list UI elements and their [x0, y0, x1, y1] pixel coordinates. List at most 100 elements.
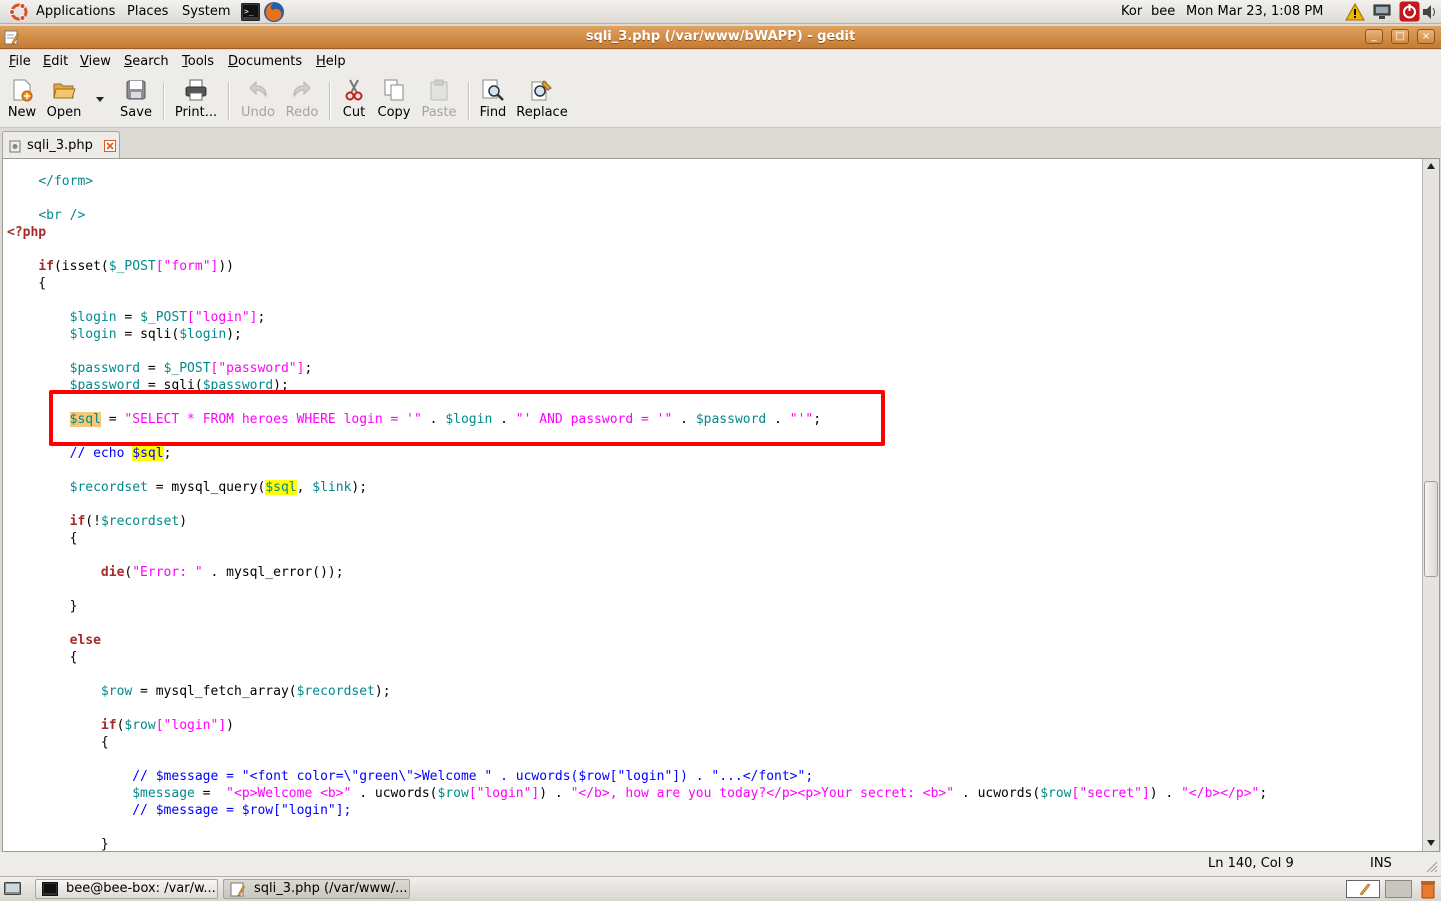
menu-file[interactable]: File [9, 54, 31, 69]
paste-button[interactable]: Paste [420, 78, 458, 120]
code-token: { [7, 531, 78, 546]
scroll-down-arrow-icon[interactable] [1426, 839, 1436, 847]
code-line[interactable]: // $message = $row["login"]; [7, 802, 1267, 819]
code-line[interactable]: else [7, 632, 1267, 649]
code-line[interactable] [7, 581, 1267, 598]
menu-documents[interactable]: Documents [228, 54, 302, 69]
code-line[interactable] [7, 241, 1267, 258]
code-line[interactable] [7, 666, 1267, 683]
system-menu[interactable]: System [182, 4, 230, 19]
code-token: = [194, 786, 227, 801]
places-menu[interactable]: Places [127, 4, 168, 19]
user-name[interactable]: bee [1151, 4, 1175, 19]
code-line[interactable]: die("Error: " . mysql_error()); [7, 564, 1267, 581]
code-line[interactable] [7, 547, 1267, 564]
firefox-icon[interactable] [263, 1, 285, 23]
replace-button[interactable]: Replace [516, 78, 568, 120]
code-line[interactable] [7, 343, 1267, 360]
code-token: ; [257, 310, 266, 325]
taskbar-item-gedit[interactable]: sqli_3.php (/var/www/... [223, 879, 410, 899]
code-line[interactable] [7, 190, 1267, 207]
code-line[interactable]: { [7, 649, 1267, 666]
clock[interactable]: Mon Mar 23, 1:08 PM [1186, 4, 1323, 19]
code-line[interactable]: { [7, 275, 1267, 292]
maximize-button[interactable]: □ [1391, 29, 1409, 44]
code-line[interactable]: $password = $_POST["password"]; [7, 360, 1267, 377]
code-line[interactable]: // echo $sql; [7, 445, 1267, 462]
terminal-icon [42, 882, 58, 896]
redo-button[interactable]: Redo [284, 78, 320, 120]
code-token: } [7, 837, 109, 852]
vertical-scrollbar[interactable] [1422, 159, 1439, 851]
trash-icon[interactable] [1419, 879, 1437, 899]
save-button[interactable]: Save [119, 78, 153, 120]
cursor-position: Ln 140, Col 9 [1208, 856, 1294, 871]
code-line[interactable]: $login = $_POST["login"]; [7, 309, 1267, 326]
open-button[interactable]: Open [46, 78, 82, 120]
menu-view[interactable]: View [80, 54, 111, 69]
close-tab-icon[interactable] [104, 140, 116, 152]
volume-icon[interactable] [1422, 4, 1438, 20]
code-line[interactable]: $login = sqli($login); [7, 326, 1267, 343]
window-titlebar[interactable]: sqli_3.php (/var/www/bWAPP) - gedit _ □ … [0, 26, 1441, 49]
code-line[interactable]: } [7, 836, 1267, 852]
applications-menu[interactable]: Applications [36, 4, 115, 19]
code-line[interactable] [7, 751, 1267, 768]
code-line[interactable]: // $message = "<font color=\"green\">Wel… [7, 768, 1267, 785]
code-line[interactable] [7, 496, 1267, 513]
code-editor[interactable]: </form> <br /> <?php if(isset($_POST["for… [2, 158, 1440, 852]
close-window-button[interactable]: × [1417, 29, 1435, 44]
code-line[interactable] [7, 292, 1267, 309]
shutdown-icon[interactable] [1399, 1, 1420, 22]
open-dropdown-arrow-icon[interactable] [95, 96, 105, 104]
menu-edit[interactable]: Edit [43, 54, 68, 69]
undo-button[interactable]: Undo [240, 78, 276, 120]
tab-label: sqli_3.php [27, 138, 93, 153]
find-button[interactable]: Find [478, 78, 508, 120]
statusbar: Ln 140, Col 9 INS [0, 852, 1441, 876]
code-line[interactable]: $row = mysql_fetch_array($recordset); [7, 683, 1267, 700]
resize-grip-icon[interactable] [1425, 860, 1438, 873]
code-line[interactable]: </form> [7, 173, 1267, 190]
taskbar-item-terminal[interactable]: bee@bee-box: /var/w... [35, 879, 218, 899]
scrollbar-thumb[interactable] [1424, 481, 1438, 577]
keyboard-layout-indicator[interactable]: Kor [1121, 4, 1142, 19]
network-icon[interactable] [1373, 3, 1391, 21]
code-line[interactable]: { [7, 734, 1267, 751]
menu-help[interactable]: Help [316, 54, 346, 69]
code-token: $link [312, 480, 352, 495]
code-line[interactable]: <br /> [7, 207, 1267, 224]
warning-icon[interactable] [1345, 3, 1365, 21]
workspace-2-icon[interactable] [1385, 880, 1412, 898]
code-line[interactable]: $message = "<p>Welcome <b>" . ucwords($r… [7, 785, 1267, 802]
code-line[interactable] [7, 700, 1267, 717]
cut-button[interactable]: Cut [340, 78, 368, 120]
menu-search[interactable]: Search [124, 54, 169, 69]
code-line[interactable]: if(isset($_POST["form"])) [7, 258, 1267, 275]
code-line[interactable]: $recordset = mysql_query($sql, $link); [7, 479, 1267, 496]
code-line[interactable]: { [7, 530, 1267, 547]
code-line[interactable]: if($row["login"]) [7, 717, 1267, 734]
code-view[interactable]: </form> <br /> <?php if(isset($_POST["for… [7, 173, 1267, 852]
new-button[interactable]: New [6, 78, 38, 120]
tab-sqli-3-php[interactable]: sqli_3.php [2, 131, 120, 158]
print-button[interactable]: Print... [174, 78, 218, 120]
ubuntu-logo-icon[interactable] [8, 2, 30, 22]
workspace-switcher-icon[interactable] [1346, 880, 1380, 898]
code-line[interactable] [7, 819, 1267, 836]
code-token: ["login"] [468, 786, 540, 801]
code-line[interactable] [7, 462, 1267, 479]
terminal-launcher-icon[interactable]: >_ [241, 3, 260, 21]
minimize-button[interactable]: _ [1365, 29, 1383, 44]
menu-tools[interactable]: Tools [182, 54, 214, 69]
code-line[interactable] [7, 615, 1267, 632]
copy-button[interactable]: Copy [376, 78, 412, 120]
code-line[interactable]: } [7, 598, 1267, 615]
code-line[interactable]: if(!$recordset) [7, 513, 1267, 530]
code-token: $recordset [69, 480, 148, 495]
show-desktop-icon[interactable] [4, 881, 21, 897]
code-token: ) . [539, 786, 571, 801]
code-line[interactable]: <?php [7, 224, 1267, 241]
scroll-up-arrow-icon[interactable] [1426, 162, 1436, 170]
